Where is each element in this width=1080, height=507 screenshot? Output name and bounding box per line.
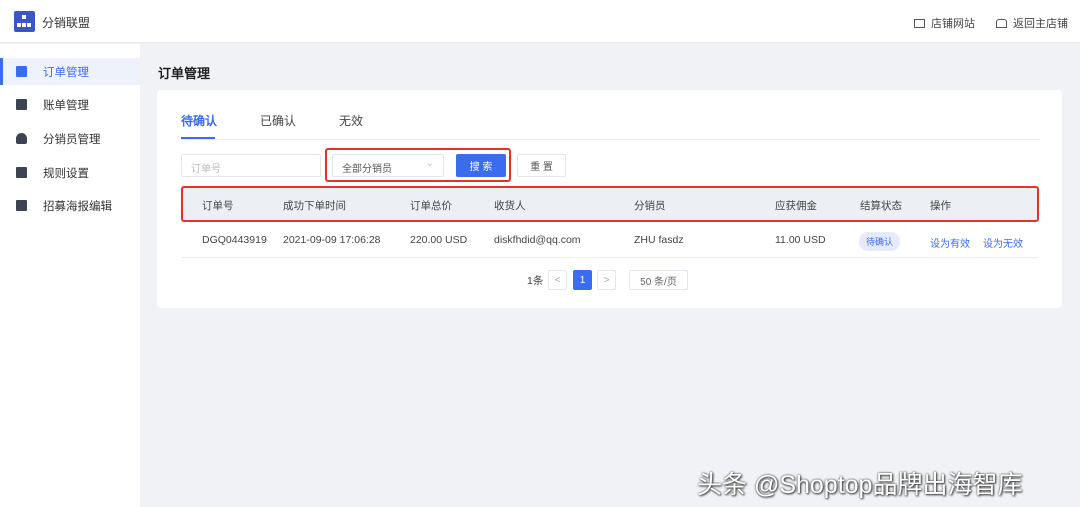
status-badge: 待确认 — [859, 232, 901, 251]
app-title: 分销联盟 — [42, 16, 91, 30]
watermark: 头条 @Shoptop品牌出海智库 — [697, 471, 1023, 499]
users-icon — [16, 133, 27, 144]
order-time: 2021-09-09 17:06:28 — [283, 234, 381, 246]
commission: 11.00 USD — [775, 234, 826, 246]
distributor: ZHU fasdz — [634, 234, 684, 246]
sidebar-item-label: 订单管理 — [43, 66, 89, 79]
sidebar: 订单管理 账单管理 分销员管理 规则设置 招募海报编辑 — [0, 44, 140, 507]
rules-icon — [16, 167, 27, 178]
logo-icon — [14, 11, 35, 32]
sidebar-item-orders[interactable]: 订单管理 — [0, 58, 140, 85]
divider — [181, 139, 1040, 140]
order-icon — [16, 66, 27, 77]
sidebar-item-rules[interactable]: 规则设置 — [0, 159, 140, 186]
sidebar-item-poster[interactable]: 招募海报编辑 — [0, 192, 140, 219]
sidebar-item-distributors[interactable]: 分销员管理 — [0, 125, 140, 152]
search-button[interactable]: 搜 索 — [456, 154, 506, 177]
next-page-button[interactable]: > — [597, 270, 616, 290]
store-site-link[interactable]: 店铺网站 — [914, 15, 975, 31]
chevron-down-icon: ⌄ — [425, 158, 434, 169]
sidebar-item-label: 账单管理 — [43, 99, 89, 112]
page-size-select[interactable]: 50 条/页 — [629, 270, 688, 290]
back-to-store-link[interactable]: 返回主店铺 — [996, 15, 1068, 31]
page-title: 订单管理 — [158, 66, 211, 81]
order-total: 220.00 USD — [410, 234, 468, 246]
tab-confirmed[interactable]: 已确认 — [260, 112, 296, 129]
set-invalid-link[interactable]: 设为无效 — [983, 235, 1023, 250]
order-number-input[interactable]: 订单号 — [181, 154, 321, 177]
page-1-button[interactable]: 1 — [573, 270, 592, 290]
sidebar-item-bills[interactable]: 账单管理 — [0, 91, 140, 118]
top-header: 分销联盟 店铺网站 返回主店铺 — [0, 0, 1080, 43]
sidebar-item-label: 分销员管理 — [43, 133, 101, 146]
distributor-select[interactable]: 全部分销员 ⌄ — [332, 154, 444, 177]
tab-pending[interactable]: 待确认 — [181, 112, 217, 129]
monitor-icon — [914, 18, 925, 28]
total-count: 1条 — [527, 275, 544, 287]
order-number: DGQ0443919 — [202, 234, 267, 246]
set-valid-link[interactable]: 设为有效 — [930, 235, 970, 250]
prev-page-button[interactable]: < — [548, 270, 567, 290]
tab-invalid[interactable]: 无效 — [339, 112, 363, 129]
store-icon — [996, 18, 1007, 28]
orders-card: 待确认 已确认 无效 订单号 全部分销员 ⌄ 搜 索 重 置 订单号 成功下单时间… — [157, 90, 1062, 308]
sidebar-item-label: 规则设置 — [43, 167, 89, 180]
table-row: DGQ0443919 2021-09-09 17:06:28 220.00 US… — [181, 221, 1038, 258]
back-to-store-label: 返回主店铺 — [1013, 18, 1068, 30]
sidebar-item-label: 招募海报编辑 — [43, 200, 112, 213]
distributor-select-value: 全部分销员 — [342, 164, 392, 175]
yen-bill-icon — [16, 99, 27, 110]
store-site-label: 店铺网站 — [931, 18, 975, 30]
receiver: diskfhdid@qq.com — [494, 234, 581, 246]
image-icon — [16, 200, 27, 211]
highlight-box-table-header — [181, 186, 1039, 222]
reset-button[interactable]: 重 置 — [517, 154, 566, 177]
